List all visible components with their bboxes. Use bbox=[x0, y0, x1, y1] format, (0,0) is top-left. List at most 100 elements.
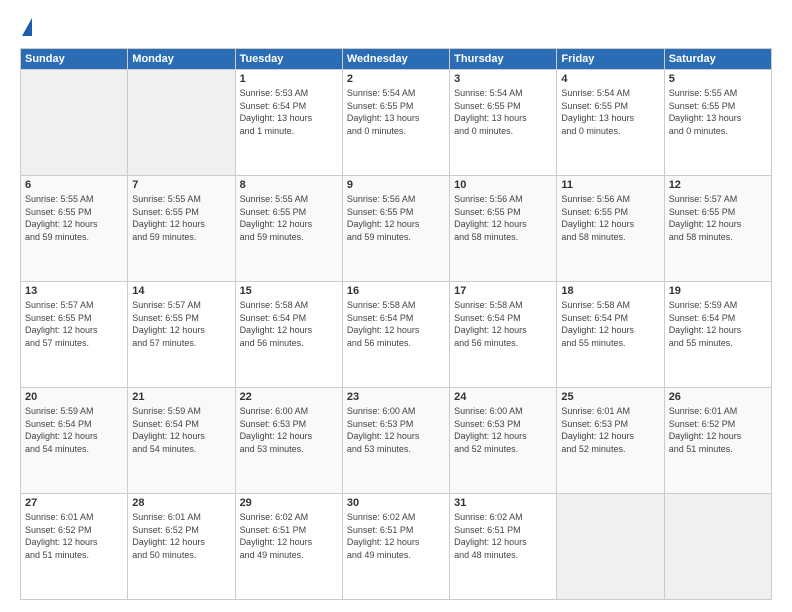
day-number: 17 bbox=[454, 285, 552, 297]
day-number: 14 bbox=[132, 285, 230, 297]
day-number: 8 bbox=[240, 179, 338, 191]
day-cell: 31 Sunrise: 6:02 AM Sunset: 6:51 PM Dayli… bbox=[450, 494, 557, 600]
weekday-wednesday: Wednesday bbox=[342, 49, 449, 70]
week-row-2: 6 Sunrise: 5:55 AM Sunset: 6:55 PM Daylig… bbox=[21, 176, 772, 282]
day-info: Sunrise: 6:02 AM Sunset: 6:51 PM Dayligh… bbox=[240, 511, 338, 561]
day-number: 22 bbox=[240, 391, 338, 403]
logo-triangle-icon bbox=[22, 18, 32, 36]
day-info: Sunrise: 5:56 AM Sunset: 6:55 PM Dayligh… bbox=[561, 193, 659, 243]
day-info: Sunrise: 6:01 AM Sunset: 6:52 PM Dayligh… bbox=[25, 511, 123, 561]
day-cell: 3 Sunrise: 5:54 AM Sunset: 6:55 PM Daylig… bbox=[450, 70, 557, 176]
day-cell: 17 Sunrise: 5:58 AM Sunset: 6:54 PM Dayli… bbox=[450, 282, 557, 388]
day-info: Sunrise: 5:58 AM Sunset: 6:54 PM Dayligh… bbox=[240, 299, 338, 349]
day-cell: 10Sunrise: 5:56 AM Sunset: 6:55 PM Dayli… bbox=[450, 176, 557, 282]
weekday-saturday: Saturday bbox=[664, 49, 771, 70]
day-info: Sunrise: 5:58 AM Sunset: 6:54 PM Dayligh… bbox=[561, 299, 659, 349]
day-cell bbox=[664, 494, 771, 600]
day-number: 30 bbox=[347, 497, 445, 509]
week-row-5: 27 Sunrise: 6:01 AM Sunset: 6:52 PM Dayli… bbox=[21, 494, 772, 600]
day-cell: 13Sunrise: 5:57 AM Sunset: 6:55 PM Dayli… bbox=[21, 282, 128, 388]
day-cell: 11 Sunrise: 5:56 AM Sunset: 6:55 PM Dayli… bbox=[557, 176, 664, 282]
day-number: 25 bbox=[561, 391, 659, 403]
day-info: Sunrise: 5:54 AM Sunset: 6:55 PM Dayligh… bbox=[454, 87, 552, 137]
day-cell: 20 Sunrise: 5:59 AM Sunset: 6:54 PM Dayli… bbox=[21, 388, 128, 494]
day-cell: 16 Sunrise: 5:58 AM Sunset: 6:54 PM Dayli… bbox=[342, 282, 449, 388]
day-cell bbox=[128, 70, 235, 176]
day-info: Sunrise: 5:54 AM Sunset: 6:55 PM Dayligh… bbox=[561, 87, 659, 137]
day-cell: 7Sunrise: 5:55 AM Sunset: 6:55 PM Daylig… bbox=[128, 176, 235, 282]
day-info: Sunrise: 6:02 AM Sunset: 6:51 PM Dayligh… bbox=[454, 511, 552, 561]
day-cell: 22 Sunrise: 6:00 AM Sunset: 6:53 PM Dayli… bbox=[235, 388, 342, 494]
week-row-4: 20 Sunrise: 5:59 AM Sunset: 6:54 PM Dayli… bbox=[21, 388, 772, 494]
day-info: Sunrise: 5:59 AM Sunset: 6:54 PM Dayligh… bbox=[132, 405, 230, 455]
day-info: Sunrise: 5:55 AM Sunset: 6:55 PM Dayligh… bbox=[669, 87, 767, 137]
day-info: Sunrise: 5:57 AM Sunset: 6:55 PM Dayligh… bbox=[132, 299, 230, 349]
day-info: Sunrise: 5:55 AM Sunset: 6:55 PM Dayligh… bbox=[132, 193, 230, 243]
day-number: 12 bbox=[669, 179, 767, 191]
day-cell: 12 Sunrise: 5:57 AM Sunset: 6:55 PM Dayli… bbox=[664, 176, 771, 282]
page: SundayMondayTuesdayWednesdayThursdayFrid… bbox=[0, 0, 792, 612]
day-number: 6 bbox=[25, 179, 123, 191]
day-cell: 23 Sunrise: 6:00 AM Sunset: 6:53 PM Dayli… bbox=[342, 388, 449, 494]
weekday-header-row: SundayMondayTuesdayWednesdayThursdayFrid… bbox=[21, 49, 772, 70]
day-cell bbox=[557, 494, 664, 600]
day-number: 1 bbox=[240, 73, 338, 85]
day-number: 21 bbox=[132, 391, 230, 403]
day-info: Sunrise: 5:53 AM Sunset: 6:54 PM Dayligh… bbox=[240, 87, 338, 137]
day-info: Sunrise: 5:58 AM Sunset: 6:54 PM Dayligh… bbox=[347, 299, 445, 349]
day-cell: 27 Sunrise: 6:01 AM Sunset: 6:52 PM Dayli… bbox=[21, 494, 128, 600]
weekday-monday: Monday bbox=[128, 49, 235, 70]
day-cell: 19 Sunrise: 5:59 AM Sunset: 6:54 PM Dayli… bbox=[664, 282, 771, 388]
day-cell: 18 Sunrise: 5:58 AM Sunset: 6:54 PM Dayli… bbox=[557, 282, 664, 388]
day-number: 19 bbox=[669, 285, 767, 297]
day-number: 24 bbox=[454, 391, 552, 403]
day-info: Sunrise: 6:00 AM Sunset: 6:53 PM Dayligh… bbox=[454, 405, 552, 455]
day-cell: 30 Sunrise: 6:02 AM Sunset: 6:51 PM Dayli… bbox=[342, 494, 449, 600]
day-cell: 14 Sunrise: 5:57 AM Sunset: 6:55 PM Dayli… bbox=[128, 282, 235, 388]
day-number: 27 bbox=[25, 497, 123, 509]
weekday-sunday: Sunday bbox=[21, 49, 128, 70]
day-number: 3 bbox=[454, 73, 552, 85]
day-cell: 2 Sunrise: 5:54 AM Sunset: 6:55 PM Daylig… bbox=[342, 70, 449, 176]
day-info: Sunrise: 5:54 AM Sunset: 6:55 PM Dayligh… bbox=[347, 87, 445, 137]
weekday-thursday: Thursday bbox=[450, 49, 557, 70]
day-info: Sunrise: 5:58 AM Sunset: 6:54 PM Dayligh… bbox=[454, 299, 552, 349]
day-cell: 8 Sunrise: 5:55 AM Sunset: 6:55 PM Daylig… bbox=[235, 176, 342, 282]
day-cell: 6 Sunrise: 5:55 AM Sunset: 6:55 PM Daylig… bbox=[21, 176, 128, 282]
day-cell: 28Sunrise: 6:01 AM Sunset: 6:52 PM Dayli… bbox=[128, 494, 235, 600]
day-cell: 5Sunrise: 5:55 AM Sunset: 6:55 PM Daylig… bbox=[664, 70, 771, 176]
day-cell: 25 Sunrise: 6:01 AM Sunset: 6:53 PM Dayli… bbox=[557, 388, 664, 494]
day-number: 15 bbox=[240, 285, 338, 297]
day-info: Sunrise: 5:55 AM Sunset: 6:55 PM Dayligh… bbox=[240, 193, 338, 243]
day-info: Sunrise: 5:56 AM Sunset: 6:55 PM Dayligh… bbox=[347, 193, 445, 243]
day-number: 2 bbox=[347, 73, 445, 85]
day-info: Sunrise: 5:59 AM Sunset: 6:54 PM Dayligh… bbox=[669, 299, 767, 349]
day-info: Sunrise: 5:59 AM Sunset: 6:54 PM Dayligh… bbox=[25, 405, 123, 455]
day-info: Sunrise: 5:57 AM Sunset: 6:55 PM Dayligh… bbox=[25, 299, 123, 349]
day-number: 11 bbox=[561, 179, 659, 191]
day-number: 20 bbox=[25, 391, 123, 403]
day-cell: 21 Sunrise: 5:59 AM Sunset: 6:54 PM Dayli… bbox=[128, 388, 235, 494]
day-number: 4 bbox=[561, 73, 659, 85]
day-number: 9 bbox=[347, 179, 445, 191]
day-info: Sunrise: 6:00 AM Sunset: 6:53 PM Dayligh… bbox=[240, 405, 338, 455]
day-info: Sunrise: 5:55 AM Sunset: 6:55 PM Dayligh… bbox=[25, 193, 123, 243]
day-info: Sunrise: 6:01 AM Sunset: 6:52 PM Dayligh… bbox=[669, 405, 767, 455]
day-info: Sunrise: 6:01 AM Sunset: 6:53 PM Dayligh… bbox=[561, 405, 659, 455]
day-number: 16 bbox=[347, 285, 445, 297]
day-info: Sunrise: 5:56 AM Sunset: 6:55 PM Dayligh… bbox=[454, 193, 552, 243]
day-cell: 29 Sunrise: 6:02 AM Sunset: 6:51 PM Dayli… bbox=[235, 494, 342, 600]
day-cell bbox=[21, 70, 128, 176]
day-number: 26 bbox=[669, 391, 767, 403]
week-row-3: 13Sunrise: 5:57 AM Sunset: 6:55 PM Dayli… bbox=[21, 282, 772, 388]
day-number: 29 bbox=[240, 497, 338, 509]
day-info: Sunrise: 6:02 AM Sunset: 6:51 PM Dayligh… bbox=[347, 511, 445, 561]
day-info: Sunrise: 6:00 AM Sunset: 6:53 PM Dayligh… bbox=[347, 405, 445, 455]
day-number: 23 bbox=[347, 391, 445, 403]
day-info: Sunrise: 6:01 AM Sunset: 6:52 PM Dayligh… bbox=[132, 511, 230, 561]
day-number: 18 bbox=[561, 285, 659, 297]
day-cell: 26 Sunrise: 6:01 AM Sunset: 6:52 PM Dayli… bbox=[664, 388, 771, 494]
day-info: Sunrise: 5:57 AM Sunset: 6:55 PM Dayligh… bbox=[669, 193, 767, 243]
day-number: 31 bbox=[454, 497, 552, 509]
weekday-tuesday: Tuesday bbox=[235, 49, 342, 70]
